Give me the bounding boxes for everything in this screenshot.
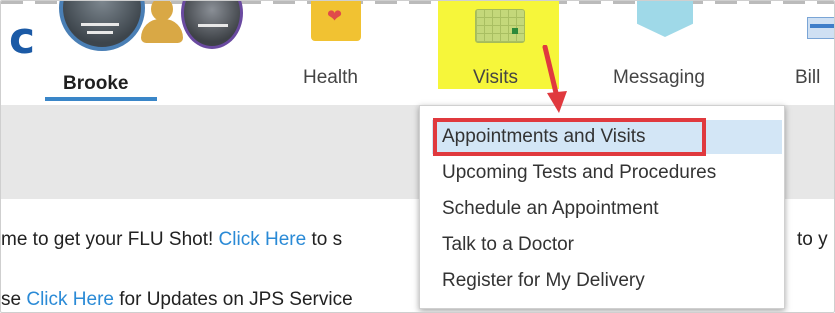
menu-item-schedule-appointment[interactable]: Schedule an Appointment [420,192,784,226]
jps-updates-link[interactable]: Click Here [26,289,114,310]
screenshot-frame: c Brooke ❤ Health Visits Messaging Bill [0,0,835,313]
flu-shot-text-right: to y [797,229,828,250]
annotation-highlight-box [433,118,706,156]
flu-shot-text: me to get your FLU Shot! [1,229,219,250]
active-profile-underline [45,97,157,101]
tab-visits[interactable]: Visits [471,1,541,105]
flu-shot-link[interactable]: Click Here [219,229,307,250]
tab-billing-label: Bill [795,67,821,88]
tab-health[interactable]: Health [303,1,383,105]
avatar-body-shape [141,19,183,43]
jps-updates-message: se Click Here for Updates on JPS Service [1,289,353,311]
profile-name[interactable]: Brooke [63,73,128,95]
menu-item-upcoming-tests[interactable]: Upcoming Tests and Procedures [420,156,784,190]
flu-shot-message: me to get your FLU Shot! Click Here to s [1,229,342,251]
jps-updates-text: se [1,289,27,310]
avatar-brooke[interactable] [59,1,145,51]
tab-visits-label: Visits [473,67,519,88]
tab-messaging-label: Messaging [613,67,705,88]
menu-item-register-delivery[interactable]: Register for My Delivery [420,264,784,298]
app-logo-icon[interactable]: c [9,17,35,61]
menu-item-talk-to-doctor[interactable]: Talk to a Doctor [420,228,784,262]
top-nav: c Brooke ❤ Health Visits Messaging Bill [1,1,834,105]
avatar-head-shape [151,1,173,21]
avatar-placeholder-icon[interactable] [139,1,185,45]
tab-messaging[interactable]: Messaging [613,1,723,105]
avatar-proxy[interactable] [181,1,243,49]
jps-updates-text-after: for Updates on JPS Service [113,289,353,310]
annotation-arrow-icon [542,45,567,113]
tab-billing[interactable]: Bill [795,1,834,105]
visits-dropdown-menu: Appointments and Visits Upcoming Tests a… [419,105,785,309]
tab-health-label: Health [303,67,358,88]
flu-shot-text-after: to s [306,229,343,250]
